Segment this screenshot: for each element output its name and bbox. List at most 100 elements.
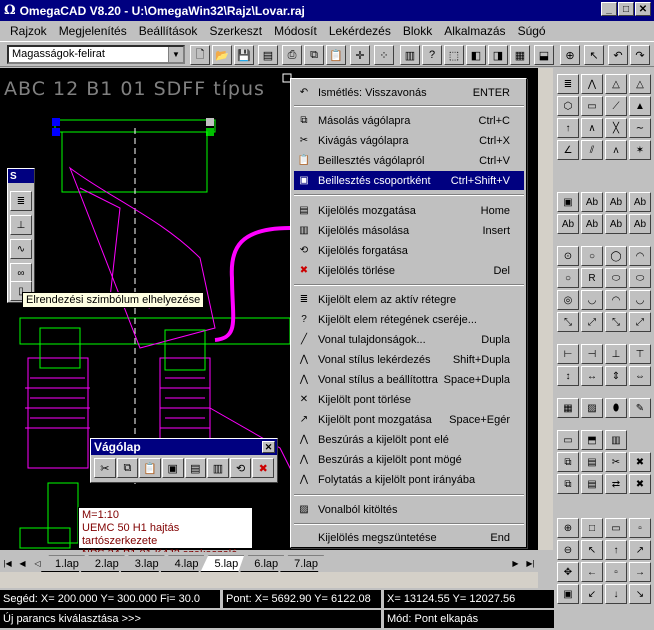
menu-item-rotate-selection[interactable]: ⟲ Kijelölés forgatása bbox=[294, 241, 524, 260]
menu-item-insert-before[interactable]: ⋀ Beszúrás a kijelölt pont elé bbox=[294, 430, 524, 449]
rectangle-icon[interactable]: ▭ bbox=[581, 96, 603, 116]
text-ab-icon[interactable]: Ab bbox=[605, 192, 627, 212]
select-icon[interactable]: ⬚ bbox=[444, 45, 464, 65]
menu-item-line-style-set[interactable]: ⋀ Vonal stílus a beállítottra Space+Dupla bbox=[294, 370, 524, 389]
zoom-icon[interactable]: ⊕ bbox=[560, 45, 580, 65]
center-icon[interactable]: ▫ bbox=[605, 562, 627, 582]
diag-2-icon[interactable]: ⤢ bbox=[581, 312, 603, 332]
symbol-icon[interactable]: ⊥ bbox=[10, 215, 32, 235]
menu-lekerdezes[interactable]: Lekérdezés bbox=[323, 24, 397, 38]
maximize-button[interactable]: □ bbox=[618, 2, 634, 16]
menu-item-delete-point[interactable]: ✕ Kijelölt pont törlése bbox=[294, 390, 524, 409]
close-button[interactable]: ✕ bbox=[635, 2, 651, 16]
menu-item-move-selection[interactable]: ▤ Kijelölés mozgatása Home bbox=[294, 201, 524, 220]
rfi-icon[interactable]: R bbox=[581, 268, 603, 288]
copy-3-icon[interactable]: ⧉ bbox=[557, 474, 579, 494]
tool-d-icon[interactable]: ⬓ bbox=[534, 45, 554, 65]
circle-3-icon[interactable]: ◎ bbox=[557, 290, 579, 310]
menu-rajzok[interactable]: Rajzok bbox=[4, 24, 53, 38]
dim-6-icon[interactable]: ↔ bbox=[581, 366, 603, 386]
vertical-scrollbar[interactable] bbox=[538, 68, 553, 550]
circle-3p-icon[interactable]: ◯ bbox=[605, 246, 627, 266]
ruler-icon[interactable]: ▭ bbox=[557, 430, 579, 450]
frame-2-icon[interactable]: ▭ bbox=[605, 518, 627, 538]
hexagon-icon[interactable]: ⬡ bbox=[557, 96, 579, 116]
zigzag-icon[interactable]: ʌ bbox=[605, 140, 627, 160]
paste-icon[interactable]: 📋 bbox=[326, 45, 346, 65]
arc-4-icon[interactable]: ◡ bbox=[629, 290, 651, 310]
block-icon[interactable]: ▣ bbox=[557, 192, 579, 212]
print-preview-icon[interactable]: ▤ bbox=[258, 45, 278, 65]
triangle-outline-icon[interactable]: △ bbox=[629, 74, 651, 94]
close-icon[interactable]: ✕ bbox=[262, 441, 275, 453]
menu-item-paste[interactable]: 📋 Beillesztés vágólapról Ctrl+V bbox=[294, 151, 524, 170]
box-2-icon[interactable]: ▥ bbox=[605, 430, 627, 450]
layer-combo[interactable]: Magasságok-felirat ▼ bbox=[7, 45, 185, 64]
menu-alkalmazas[interactable]: Alkalmazás bbox=[438, 24, 511, 38]
swap-icon[interactable]: ⇄ bbox=[605, 474, 627, 494]
dim-5-icon[interactable]: ↕ bbox=[557, 366, 579, 386]
arc-2-icon[interactable]: ◡ bbox=[581, 290, 603, 310]
trash-icon[interactable]: ✖ bbox=[629, 452, 651, 472]
angle-icon[interactable]: ∠ bbox=[557, 140, 579, 160]
menu-item-copy[interactable]: ⧉ Másolás vágólapra Ctrl+C bbox=[294, 111, 524, 130]
chevron-down-icon[interactable]: ▼ bbox=[168, 47, 183, 62]
new-file-icon[interactable]: 🗋 bbox=[190, 45, 210, 65]
copy-sel-icon[interactable]: ▥ bbox=[207, 458, 229, 478]
arrow-ne-icon[interactable]: ↗ bbox=[629, 540, 651, 560]
delete-icon[interactable]: ✖ bbox=[252, 458, 274, 478]
tab-2-lap[interactable]: 2.lap bbox=[81, 555, 125, 572]
wave-icon[interactable]: ∿ bbox=[10, 239, 32, 259]
dim-2-icon[interactable]: ⊣ bbox=[581, 344, 603, 364]
zoom-out-icon[interactable]: ⊖ bbox=[557, 540, 579, 560]
paste-3-icon[interactable]: ▤ bbox=[581, 474, 603, 494]
menu-blokk[interactable]: Blokk bbox=[397, 24, 438, 38]
axes-icon[interactable]: ✛ bbox=[350, 45, 370, 65]
save-icon[interactable]: 💾 bbox=[234, 45, 254, 65]
menu-modosit[interactable]: Módosít bbox=[268, 24, 323, 38]
menu-item-delete-selection[interactable]: ✖ Kijelölés törlése Del bbox=[294, 261, 524, 280]
arrow-up-icon[interactable]: ↑ bbox=[557, 118, 579, 138]
move-icon[interactable]: ▤ bbox=[184, 458, 207, 478]
tool-a-icon[interactable]: ◧ bbox=[466, 45, 486, 65]
multi-line-icon[interactable]: ⫽ bbox=[581, 140, 603, 160]
star-icon[interactable]: ✶ bbox=[629, 140, 651, 160]
tool-b-icon[interactable]: ◨ bbox=[488, 45, 508, 65]
menu-item-line-style-query[interactable]: ⋀ Vonal stílus lekérdezés Shift+Dupla bbox=[294, 350, 524, 369]
menu-item-to-active-layer[interactable]: ≣ Kijelölt elem az aktív rétegre bbox=[294, 290, 524, 309]
ellipse-2-icon[interactable]: ⬭ bbox=[629, 268, 651, 288]
arrow-sw-icon[interactable]: ↙ bbox=[581, 584, 603, 604]
circle-center-icon[interactable]: ⊙ bbox=[557, 246, 579, 266]
arrow-s-icon[interactable]: ↓ bbox=[605, 584, 627, 604]
triangle-icon[interactable]: △ bbox=[605, 74, 627, 94]
minimize-button[interactable]: _ bbox=[601, 2, 617, 16]
text-mod-icon[interactable]: Ab bbox=[557, 214, 579, 234]
tool-c-icon[interactable]: ▦ bbox=[510, 45, 530, 65]
arrow-e-icon[interactable]: → bbox=[629, 562, 651, 582]
grid-icon[interactable]: ⁘ bbox=[374, 45, 394, 65]
diag-4-icon[interactable]: ⤢ bbox=[629, 312, 651, 332]
paste-icon[interactable]: 📋 bbox=[139, 458, 161, 478]
text-ab3-icon[interactable]: Ab bbox=[605, 214, 627, 234]
color-icon[interactable]: ▦ bbox=[557, 398, 579, 418]
diag-icon[interactable]: ⤡ bbox=[557, 312, 579, 332]
menu-item-continue[interactable]: ⋀ Folytatás a kijelölt pont irányába bbox=[294, 470, 524, 489]
circle-2-icon[interactable]: ○ bbox=[557, 268, 579, 288]
arrow-se-icon[interactable]: ↘ bbox=[629, 584, 651, 604]
print-area-icon[interactable]: ▣ bbox=[557, 584, 579, 604]
tab-4-lap[interactable]: 4.lap bbox=[161, 555, 205, 572]
peak-icon[interactable]: ∧ bbox=[581, 118, 603, 138]
pen-icon[interactable]: ✎ bbox=[629, 398, 651, 418]
paste-2-icon[interactable]: ▤ bbox=[581, 452, 603, 472]
menu-item-insert-after[interactable]: ⋀ Beszúrás a kijelölt pont mögé bbox=[294, 450, 524, 469]
menu-item-change-layer[interactable]: ? Kijelölt elem rétegének cseréje... bbox=[294, 310, 524, 329]
pan-icon[interactable]: ✥ bbox=[557, 562, 579, 582]
trash-2-icon[interactable]: ✖ bbox=[629, 474, 651, 494]
diag-3-icon[interactable]: ⤡ bbox=[605, 312, 627, 332]
menu-item-paste-group[interactable]: ▣ Beillesztés csoportként Ctrl+Shift+V bbox=[294, 171, 524, 190]
menu-szerkeszt[interactable]: Szerkeszt bbox=[203, 24, 268, 38]
hatch-icon[interactable]: ▨ bbox=[581, 398, 603, 418]
ellipse-icon[interactable]: ⬭ bbox=[605, 268, 627, 288]
polyline-icon[interactable]: ⟋ bbox=[605, 96, 627, 116]
clip-icon[interactable]: ✂ bbox=[605, 452, 627, 472]
